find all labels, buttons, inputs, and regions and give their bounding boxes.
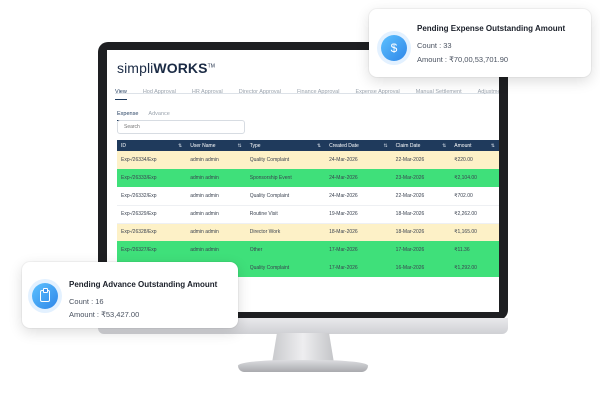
- cell-id: Exp-/26329/Exp: [117, 205, 187, 224]
- cell-type: Director Work: [249, 229, 281, 236]
- monitor-stand-neck: [272, 333, 334, 363]
- cell-amount: ₹702.00: [450, 187, 499, 206]
- card-amount: Amount : ₹70,00,53,701.90: [417, 55, 509, 64]
- main-tabs: View Hod Approval HR Approval Director Appr…: [115, 80, 499, 100]
- sort-icon[interactable]: ⇅: [442, 143, 446, 149]
- table-row[interactable]: Exp-/26332/Exp admin admin Quality Complai…: [117, 187, 499, 206]
- cell-created-date: 24-Mar-2026: [325, 187, 392, 206]
- cell-created-date: 24-Mar-2026: [329, 157, 358, 163]
- cell-user-name: admin admin: [190, 247, 219, 253]
- card-count: Count : 16: [69, 297, 104, 306]
- column-header-claim-date[interactable]: Claim Date ⇅: [392, 140, 451, 151]
- tab-director-approval[interactable]: Director Approval: [239, 89, 281, 99]
- tab-finance-approval[interactable]: Finance Approval: [297, 89, 340, 99]
- cell-type: Quality Complaint: [249, 265, 290, 271]
- table-row[interactable]: Exp-/26333/Exp admin admin Sponsorship Eve…: [117, 169, 499, 187]
- sub-tabs: Expense Advance: [117, 102, 180, 121]
- search-input[interactable]: [117, 120, 245, 134]
- subtab-advance[interactable]: Advance: [148, 111, 169, 120]
- tab-view[interactable]: View: [115, 89, 127, 100]
- pending-expense-card: $ Pending Expense Outstanding Amount Cou…: [369, 9, 591, 77]
- tab-hod-approval[interactable]: Hod Approval: [143, 89, 176, 99]
- column-header-amount[interactable]: Amount ⇅: [450, 140, 499, 151]
- card-amount: Amount : ₹53,427.00: [69, 310, 140, 319]
- column-header-label: Claim Date: [395, 142, 421, 149]
- cell-type: Other: [249, 247, 263, 253]
- pending-advance-card: Pending Advance Outstanding Amount Count…: [22, 262, 238, 328]
- column-header-label: Amount: [454, 142, 472, 149]
- dollar-icon: $: [381, 35, 407, 61]
- sort-icon[interactable]: ⇅: [383, 143, 387, 149]
- cell-amount: ₹2,104.00: [454, 175, 477, 181]
- tab-adjustment[interactable]: Adjustment: [478, 89, 499, 99]
- card-title: Pending Expense Outstanding Amount: [417, 24, 566, 33]
- cell-id: Exp-/26327/Exp: [121, 247, 157, 253]
- monitor-stand-base: [238, 360, 368, 372]
- cell-created-date: 24-Mar-2026: [329, 175, 358, 181]
- expense-table: ID ⇅ User Name ⇅ Type ⇅ Created Date ⇅ Claim…: [117, 140, 499, 277]
- tab-hr-approval[interactable]: HR Approval: [192, 89, 223, 99]
- table-header-row: ID ⇅ User Name ⇅ Type ⇅ Created Date ⇅ Claim…: [117, 140, 499, 151]
- cell-claim-date: 17-Mar-2026: [395, 247, 425, 253]
- cell-user-name: admin admin: [186, 205, 246, 224]
- column-header-created-date[interactable]: Created Date ⇅: [325, 140, 392, 151]
- column-header-id[interactable]: ID ⇅: [117, 140, 186, 151]
- logo-prefix: simpli: [117, 60, 154, 76]
- stage: simpliWORKSTM View Hod Approval HR Approva…: [0, 0, 600, 400]
- sort-icon[interactable]: ⇅: [317, 143, 321, 149]
- cell-claim-date: 23-Mar-2026: [395, 175, 425, 181]
- cell-amount: ₹1,292.00: [454, 265, 477, 271]
- tab-manual-settlement[interactable]: Manual Settlement: [416, 89, 462, 99]
- column-header-user-name[interactable]: User Name ⇅: [186, 140, 246, 151]
- table-body: Exp-/26334/Exp admin admin Quality Complai…: [117, 151, 499, 277]
- card-title: Pending Advance Outstanding Amount: [69, 280, 218, 289]
- logo-brand: WORKS: [153, 60, 208, 76]
- cell-amount: ₹220.00: [454, 157, 473, 163]
- column-header-label: Type: [249, 142, 261, 149]
- card-count: Count : 33: [417, 41, 452, 50]
- cell-user-name: admin admin: [190, 229, 219, 236]
- cell-claim-date: 18-Mar-2026: [395, 229, 425, 236]
- table-row[interactable]: Exp-/26328/Exp admin admin Director Work 18…: [117, 223, 499, 241]
- cell-id: Exp-/26328/Exp: [121, 229, 157, 236]
- cell-claim-date: 18-Mar-2026: [391, 205, 451, 224]
- app-logo: simpliWORKSTM: [117, 60, 215, 76]
- clipboard-icon: [32, 283, 58, 309]
- cell-user-name: admin admin: [190, 157, 219, 163]
- cell-amount: ₹2,262.00: [450, 205, 499, 224]
- cell-user-name: admin admin: [186, 187, 246, 206]
- cell-claim-date: 22-Mar-2026: [391, 187, 451, 206]
- cell-created-date: 19-Mar-2026: [325, 205, 392, 224]
- cell-user-name: admin admin: [190, 175, 219, 181]
- cell-type: Quality Complaint: [249, 157, 290, 163]
- cell-id: Exp-/26333/Exp: [121, 175, 157, 181]
- cell-type: Sponsorship Event: [249, 175, 292, 181]
- sort-icon[interactable]: ⇅: [178, 143, 182, 149]
- cell-amount: ₹1,165.00: [454, 229, 477, 236]
- sort-icon[interactable]: ⇅: [238, 143, 242, 149]
- cell-claim-date: 16-Mar-2026: [395, 265, 425, 271]
- cell-amount: ₹11.36: [454, 247, 470, 253]
- column-header-label: Created Date: [329, 142, 359, 149]
- sort-icon[interactable]: ⇅: [491, 143, 495, 149]
- column-header-label: ID: [121, 142, 126, 149]
- table-row[interactable]: Exp-/26327/Exp admin admin Other 17-Mar-202…: [117, 241, 499, 259]
- cell-created-date: 18-Mar-2026: [329, 229, 358, 236]
- logo-trademark: TM: [207, 63, 215, 70]
- table-row[interactable]: Exp-/26334/Exp admin admin Quality Complai…: [117, 151, 499, 169]
- column-header-type[interactable]: Type ⇅: [246, 140, 325, 151]
- cell-id: Exp-/26334/Exp: [121, 157, 157, 163]
- tab-expense-approval[interactable]: Expense Approval: [355, 89, 399, 99]
- cell-type: Routine Visit: [245, 205, 326, 224]
- cell-claim-date: 22-Mar-2026: [395, 157, 425, 163]
- column-header-label: User Name: [190, 142, 216, 149]
- cell-type: Quality Complaint: [245, 187, 326, 206]
- cell-id: Exp-/26332/Exp: [117, 187, 187, 206]
- table-row[interactable]: Exp-/26329/Exp admin admin Routine Visit 19…: [117, 205, 499, 224]
- cell-created-date: 17-Mar-2026: [329, 247, 358, 253]
- cell-created-date: 17-Mar-2026: [329, 265, 358, 271]
